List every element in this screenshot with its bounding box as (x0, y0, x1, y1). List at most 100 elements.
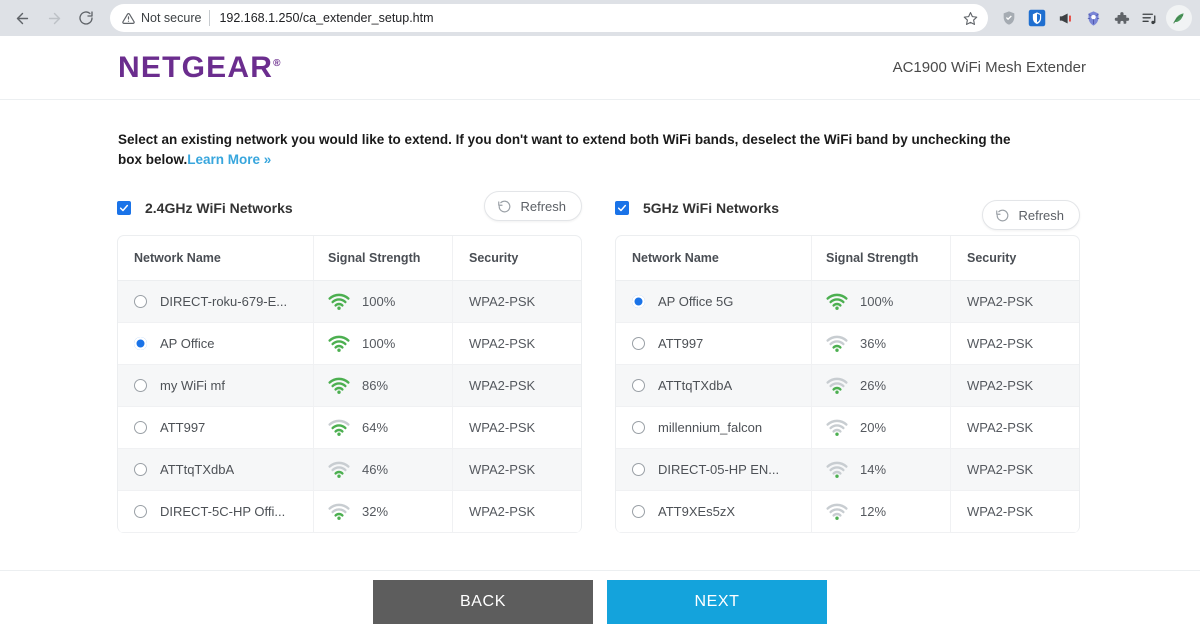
extensions-tray (994, 5, 1192, 31)
radio-network[interactable] (632, 505, 645, 519)
ssid-label: DIRECT-05-HP EN... (658, 462, 780, 478)
ssid-label: my WiFi mf (160, 378, 225, 394)
star-icon[interactable] (959, 11, 982, 26)
cell-network-name[interactable]: ATT9XEs5zX (616, 491, 812, 533)
cell-network-name[interactable]: my WiFi mf (118, 365, 314, 407)
radio-network[interactable] (632, 295, 645, 309)
table-header-row: Network Name Signal Strength Security (616, 236, 1079, 282)
signal-percent-label: 32% (362, 504, 389, 520)
next-button[interactable]: NEXT (607, 579, 827, 624)
security-label: WPA2-PSK (469, 504, 536, 520)
security-label: WPA2-PSK (469, 420, 536, 436)
blue-shield-icon[interactable] (1024, 5, 1050, 31)
radio-network[interactable] (134, 379, 147, 393)
cell-network-name[interactable]: ATT997 (118, 407, 314, 449)
ssid-label: DIRECT-5C-HP Offi... (160, 504, 286, 520)
table-row[interactable]: AP Office 100% WPA2-PSK (118, 323, 581, 366)
security-status-label: Not secure (141, 11, 202, 25)
cell-signal-strength: 86% (314, 365, 453, 407)
band-title-5ghz: 5GHz WiFi Networks (643, 200, 780, 217)
refresh-button-5ghz[interactable]: Refresh (982, 200, 1080, 231)
puzzle-icon[interactable] (1108, 5, 1134, 31)
forward-button[interactable] (40, 4, 68, 32)
ssid-label: AP Office (160, 336, 215, 352)
cell-network-name[interactable]: AP Office (118, 323, 314, 365)
table-row[interactable]: AP Office 5G 100% WPA2-PSK (616, 281, 1079, 324)
table-row[interactable]: DIRECT-roku-679-E... 100% WPA2-PSK (118, 281, 581, 324)
extender-setup-page: NETGEAR® AC1900 WiFi Mesh Extender Selec… (0, 36, 1200, 632)
radio-network[interactable] (134, 337, 147, 351)
radio-network[interactable] (134, 295, 147, 309)
network-table-2-4ghz: Network Name Signal Strength Security DI… (117, 235, 582, 534)
radio-network[interactable] (632, 379, 645, 393)
checkbox-5ghz[interactable] (615, 201, 629, 216)
radio-network[interactable] (632, 337, 645, 351)
checkbox-2-4ghz[interactable] (117, 201, 131, 216)
wifi-signal-icon (826, 419, 848, 437)
ssid-label: ATT9XEs5zX (658, 504, 736, 520)
address-bar[interactable]: Not secure 192.168.1.250/ca_extender_set… (110, 4, 988, 32)
table-row[interactable]: ATT9XEs5zX 12% WPA2-PSK (616, 491, 1079, 534)
learn-more-link[interactable]: Learn More » (187, 152, 271, 167)
security-label: WPA2-PSK (967, 294, 1034, 310)
table-row[interactable]: ATTtqTXdbA 26% WPA2-PSK (616, 365, 1079, 408)
radio-network[interactable] (632, 421, 645, 435)
ssid-label: DIRECT-roku-679-E... (160, 294, 288, 310)
band-header-5ghz: 5GHz WiFi Networks Refresh (615, 191, 1080, 231)
playlist-icon[interactable] (1136, 5, 1162, 31)
column-header-security: Security (469, 251, 519, 266)
panel-5ghz: 5GHz WiFi Networks Refresh Network Name … (615, 191, 1080, 534)
bug-shield-icon[interactable] (1080, 5, 1106, 31)
reload-button[interactable] (72, 4, 100, 32)
url-text[interactable]: 192.168.1.250/ca_extender_setup.htm (219, 11, 959, 25)
table-row[interactable]: ATT997 64% WPA2-PSK (118, 407, 581, 450)
wifi-signal-icon (826, 293, 848, 311)
table-row[interactable]: ATT997 36% WPA2-PSK (616, 323, 1079, 366)
cell-signal-strength: 36% (812, 323, 951, 365)
security-label: WPA2-PSK (967, 378, 1034, 394)
radio-network[interactable] (632, 463, 645, 477)
column-header-network-name: Network Name (118, 236, 314, 281)
refresh-label-5ghz: Refresh (1018, 207, 1064, 223)
cell-network-name[interactable]: ATTtqTXdbA (118, 449, 314, 491)
table-row[interactable]: ATTtqTXdbA 46% WPA2-PSK (118, 449, 581, 492)
cell-signal-strength: 46% (314, 449, 453, 491)
cell-network-name[interactable]: DIRECT-5C-HP Offi... (118, 491, 314, 533)
back-button[interactable] (8, 4, 36, 32)
wifi-signal-icon (826, 461, 848, 479)
column-header-network-name: Network Name (616, 236, 812, 281)
radio-network[interactable] (134, 505, 147, 519)
table-row[interactable]: my WiFi mf 86% WPA2-PSK (118, 365, 581, 408)
wifi-signal-icon (826, 503, 848, 521)
ssid-label: ATTtqTXdbA (658, 378, 733, 394)
signal-percent-label: 100% (362, 294, 396, 310)
cell-signal-strength: 100% (812, 281, 951, 323)
cell-network-name[interactable]: DIRECT-roku-679-E... (118, 281, 314, 323)
cell-signal-strength: 20% (812, 407, 951, 449)
signal-percent-label: 14% (860, 462, 887, 478)
security-label: WPA2-PSK (469, 378, 536, 394)
table-row[interactable]: DIRECT-5C-HP Offi... 32% WPA2-PSK (118, 491, 581, 534)
cell-network-name[interactable]: ATTtqTXdbA (616, 365, 812, 407)
megaphone-icon[interactable] (1052, 5, 1078, 31)
instructions-text: Select an existing network you would lik… (118, 130, 1018, 169)
refresh-button-2-4ghz[interactable]: Refresh (484, 191, 582, 222)
column-header-security: Security (967, 251, 1017, 266)
cell-network-name[interactable]: millennium_falcon (616, 407, 812, 449)
cell-network-name[interactable]: AP Office 5G (616, 281, 812, 323)
signal-percent-label: 26% (860, 378, 887, 394)
radio-network[interactable] (134, 463, 147, 477)
radio-network[interactable] (134, 421, 147, 435)
cell-network-name[interactable]: ATT997 (616, 323, 812, 365)
cell-network-name[interactable]: DIRECT-05-HP EN... (616, 449, 812, 491)
table-header-row: Network Name Signal Strength Security (118, 236, 581, 282)
security-label: WPA2-PSK (469, 336, 536, 352)
shield-check-icon[interactable] (996, 5, 1022, 31)
wifi-signal-icon (328, 293, 350, 311)
table-row[interactable]: millennium_falcon 20% WPA2-PSK (616, 407, 1079, 450)
profile-avatar-icon[interactable] (1166, 5, 1192, 31)
wifi-signal-icon (826, 335, 848, 353)
back-button[interactable]: BACK (373, 579, 593, 624)
table-row[interactable]: DIRECT-05-HP EN... 14% WPA2-PSK (616, 449, 1079, 492)
wifi-signal-icon (328, 377, 350, 395)
